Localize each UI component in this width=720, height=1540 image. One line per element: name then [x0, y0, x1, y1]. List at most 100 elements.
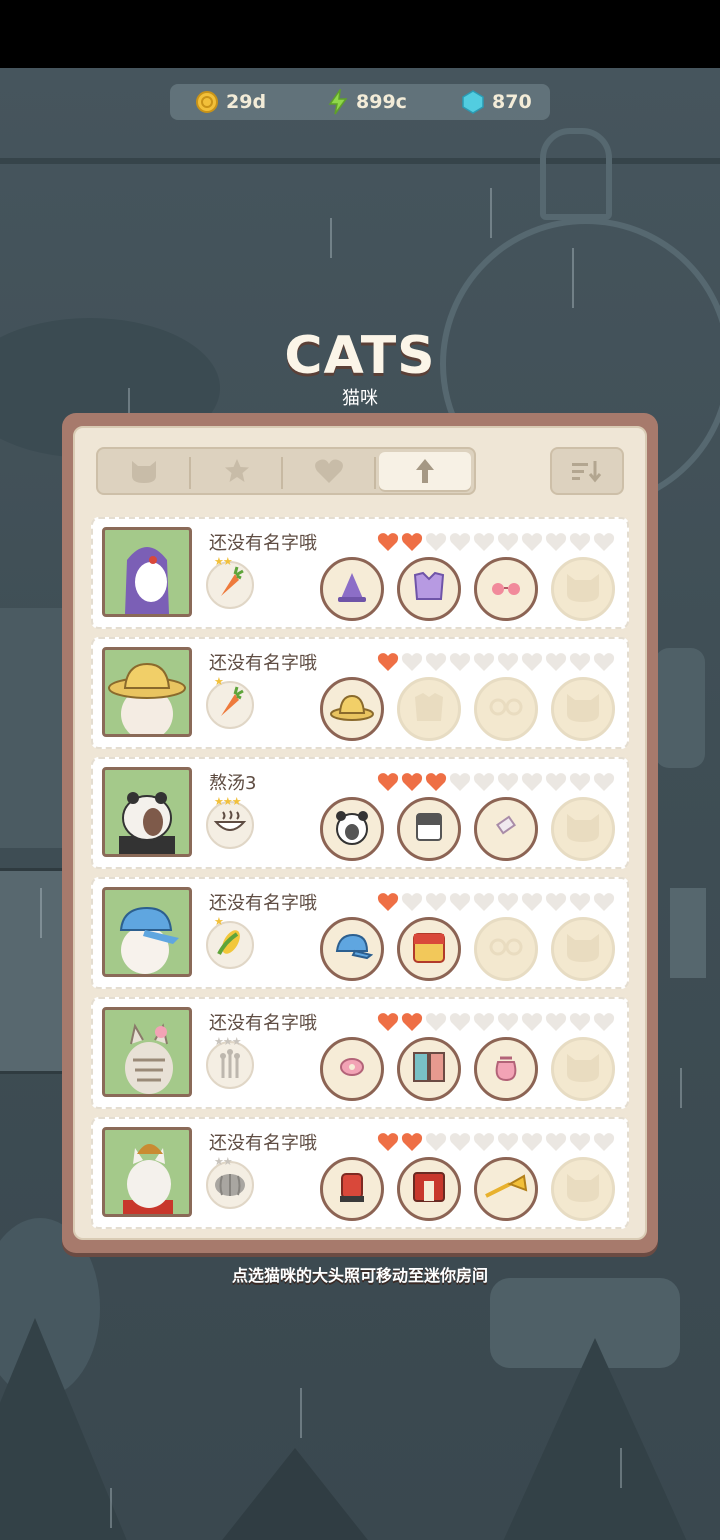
- heart-empty-icon: [496, 771, 520, 793]
- filter-tabs: [96, 447, 476, 495]
- outfit-slot[interactable]: [320, 917, 384, 981]
- heart-empty-icon: [544, 891, 568, 913]
- outfit-slot[interactable]: [320, 1037, 384, 1101]
- cat-icon: [132, 461, 157, 483]
- favorite-food-badge[interactable]: [206, 681, 254, 729]
- outfit-slot[interactable]: [474, 917, 538, 981]
- outfit-slot[interactable]: [320, 1157, 384, 1221]
- wheat-icon: [215, 1046, 245, 1084]
- outfit-slot[interactable]: [474, 1157, 538, 1221]
- cat-portrait[interactable]: [102, 767, 192, 857]
- outfit-slots: [320, 1157, 628, 1221]
- pouch-icon: [489, 1050, 523, 1088]
- outfit-slot[interactable]: [397, 1037, 461, 1101]
- heart-empty-icon: [568, 651, 592, 673]
- outfit-slots: [320, 797, 628, 861]
- food-stars: ★: [214, 675, 224, 688]
- favorite-food-badge[interactable]: [206, 801, 254, 849]
- cat-name: 熬汤3: [209, 773, 257, 794]
- outfit-slot[interactable]: [320, 677, 384, 741]
- donut-clip-icon: [337, 1055, 367, 1083]
- heart-filled-icon: [400, 771, 424, 793]
- heart-filled-icon: [376, 771, 400, 793]
- heart-empty-icon: [448, 651, 472, 673]
- favorite-food-badge[interactable]: [206, 1161, 254, 1209]
- cat-slot-icon: [563, 1050, 603, 1088]
- favorite-food-badge[interactable]: [206, 921, 254, 969]
- cat-portrait[interactable]: [102, 647, 192, 737]
- outfit-slot[interactable]: [397, 557, 461, 621]
- outfit-slot[interactable]: [397, 917, 461, 981]
- heart-empty-icon: [448, 771, 472, 793]
- sunglasses-icon: [486, 575, 526, 603]
- outfit-slot[interactable]: [320, 557, 384, 621]
- cat-row: 还没有名字哦 ★★: [91, 1117, 629, 1229]
- favorite-food-badge[interactable]: [206, 1041, 254, 1089]
- heart-empty-icon: [592, 771, 616, 793]
- outfit-slot[interactable]: [551, 557, 615, 621]
- currency-bar: 29d 899c 870: [170, 84, 550, 120]
- heart-icon: [315, 459, 344, 483]
- food-stars: ★★: [214, 555, 233, 568]
- outfit-slot[interactable]: [551, 917, 615, 981]
- hint-text: 点选猫咪的大头照可移动至迷你房间: [231, 1266, 488, 1285]
- heart-empty-icon: [544, 651, 568, 673]
- purple-top-icon: [409, 569, 449, 609]
- carrot-icon: [215, 566, 245, 604]
- heart-empty-icon: [472, 1131, 496, 1153]
- tab-cats[interactable]: [98, 449, 191, 493]
- cat-slot-icon: [563, 810, 603, 848]
- tab-affection[interactable]: [283, 449, 376, 493]
- outfit-slot[interactable]: [397, 677, 461, 741]
- favorite-food-badge[interactable]: [206, 561, 254, 609]
- heart-empty-icon: [544, 1131, 568, 1153]
- outfit-slot[interactable]: [397, 797, 461, 861]
- heart-empty-icon: [472, 891, 496, 913]
- heart-empty-icon: [520, 891, 544, 913]
- page-subtitle: 猫咪: [342, 388, 378, 409]
- heart-empty-icon: [592, 651, 616, 673]
- cat-name: 还没有名字哦: [209, 1133, 317, 1154]
- outfit-slots: [320, 557, 628, 621]
- cat-portrait[interactable]: [102, 887, 192, 977]
- sort-button[interactable]: [550, 447, 624, 495]
- outfit-slot[interactable]: [320, 797, 384, 861]
- straw-hat-icon: [329, 692, 375, 726]
- paper-tag-icon: [491, 812, 521, 846]
- outfit-slot[interactable]: [474, 1037, 538, 1101]
- outfit-slot[interactable]: [474, 557, 538, 621]
- heart-empty-icon: [424, 1131, 448, 1153]
- food-stars: ★★: [214, 1155, 233, 1168]
- outfit-slot[interactable]: [551, 1037, 615, 1101]
- trumpet-icon: [484, 1172, 528, 1206]
- arrow-up-icon: [415, 459, 434, 483]
- heart-empty-icon: [520, 771, 544, 793]
- outfit-slot[interactable]: [474, 797, 538, 861]
- outfit-slot[interactable]: [397, 1157, 461, 1221]
- tab-favorites[interactable]: [191, 449, 283, 493]
- heart-empty-icon: [400, 891, 424, 913]
- heart-empty-icon: [592, 1131, 616, 1153]
- energy-counter: 899c: [328, 84, 407, 120]
- heart-filled-icon: [376, 1131, 400, 1153]
- heart-empty-icon: [544, 531, 568, 553]
- heart-filled-icon: [424, 771, 448, 793]
- cat-row: 还没有名字哦 ★★: [91, 517, 629, 629]
- outfit-slot[interactable]: [551, 1157, 615, 1221]
- outfit-slot[interactable]: [474, 677, 538, 741]
- tab-recent[interactable]: [378, 452, 471, 490]
- cat-portrait[interactable]: [102, 1127, 192, 1217]
- page-title: CATS: [284, 326, 436, 386]
- heart-empty-icon: [424, 651, 448, 673]
- affection-hearts: [376, 1011, 616, 1033]
- heart-filled-icon: [376, 651, 400, 673]
- cat-portrait[interactable]: [102, 1007, 192, 1097]
- heart-empty-icon: [520, 1131, 544, 1153]
- carrot-icon: [215, 686, 245, 724]
- outfit-slot[interactable]: [551, 797, 615, 861]
- heart-empty-icon: [472, 651, 496, 673]
- panda-hood-icon: [332, 807, 372, 851]
- outfit-slot[interactable]: [551, 677, 615, 741]
- cat-portrait[interactable]: [102, 527, 192, 617]
- heart-empty-icon: [592, 531, 616, 553]
